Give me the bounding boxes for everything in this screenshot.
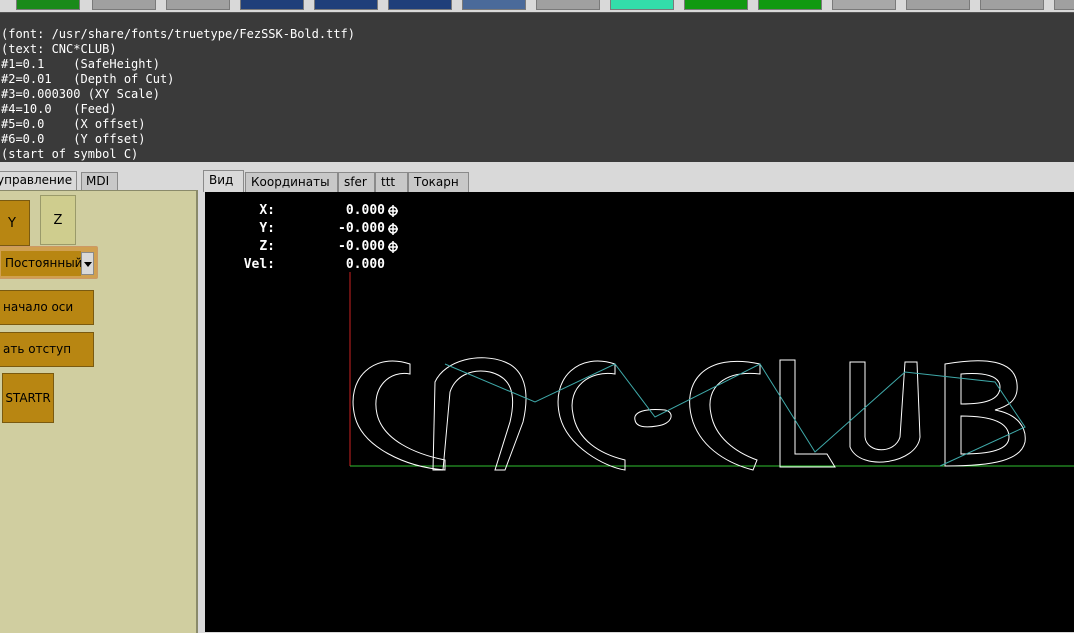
tab-view[interactable]: Вид bbox=[203, 170, 244, 192]
right-tabbar: Вид Координаты sfer ttt Токарн bbox=[202, 170, 1074, 192]
tab-lathe[interactable]: Токарн bbox=[408, 172, 469, 192]
rapid-path bbox=[444, 363, 1026, 467]
toolbar-button[interactable] bbox=[314, 0, 378, 10]
toolbar-button[interactable] bbox=[166, 0, 230, 10]
glyph-c2 bbox=[557, 360, 626, 471]
toolbar-button[interactable] bbox=[1054, 0, 1074, 10]
gcode-line: #6=0.0 (Y offset) bbox=[1, 132, 146, 146]
glyph-c3 bbox=[689, 360, 761, 471]
homed-icon bbox=[388, 223, 398, 235]
dro-value: 0.000 bbox=[345, 257, 385, 272]
left-tabbar: управление MDI bbox=[0, 170, 198, 191]
dro-value: 0.000 bbox=[345, 203, 385, 218]
tab-mdi[interactable]: MDI bbox=[81, 172, 118, 191]
toolbar-button[interactable] bbox=[240, 0, 304, 10]
axis-y-button[interactable]: Y bbox=[0, 200, 30, 246]
dro-label: X: bbox=[259, 203, 275, 218]
gcode-line: (start of symbol C) bbox=[1, 147, 139, 161]
gcode-line: #3=0.000300 (XY Scale) bbox=[1, 87, 160, 101]
jog-mode-select[interactable]: Постоянный bbox=[0, 246, 98, 279]
tab-sfer[interactable]: sfer bbox=[338, 172, 375, 192]
touch-off-button[interactable]: ать отступ bbox=[0, 332, 94, 367]
toolpath-preview[interactable]: X: 0.000 Y: -0.000 Z: -0.000 Vel: 0.000 bbox=[203, 192, 1074, 632]
homed-icon bbox=[388, 205, 398, 217]
dro-value: -0.000 bbox=[338, 239, 385, 254]
toolbar-button[interactable] bbox=[832, 0, 896, 10]
homed-icon bbox=[388, 241, 398, 253]
rapid-moves bbox=[444, 363, 1026, 467]
gcode-text-area[interactable]: (font: /usr/share/fonts/truetype/FezSSK-… bbox=[0, 12, 1074, 163]
tab-coordinates[interactable]: Координаты bbox=[245, 172, 338, 192]
toolbar-button[interactable] bbox=[92, 0, 156, 10]
gcode-line: #5=0.0 (X offset) bbox=[1, 117, 146, 131]
glyph-n bbox=[432, 357, 527, 471]
dro-label: Y: bbox=[259, 221, 275, 236]
gcode-line: (font: /usr/share/fonts/truetype/FezSSK-… bbox=[1, 27, 356, 41]
dro-label: Z: bbox=[259, 239, 275, 254]
tab-ttt[interactable]: ttt bbox=[375, 172, 408, 192]
home-axis-button[interactable]: начало оси bbox=[0, 290, 94, 325]
toolbar bbox=[0, 0, 1074, 12]
tab-manual[interactable]: управление bbox=[0, 171, 77, 191]
toolbar-button[interactable] bbox=[610, 0, 674, 10]
jog-mode-value: Постоянный bbox=[1, 251, 81, 276]
gcode-line: #2=0.01 (Depth of Cut) bbox=[1, 72, 175, 86]
dropdown-arrow-icon[interactable] bbox=[81, 252, 94, 275]
toolbar-button[interactable] bbox=[536, 0, 600, 10]
gcode-line: #1=0.1 (SafeHeight) bbox=[1, 57, 160, 71]
dro-label: Vel: bbox=[243, 257, 275, 272]
manual-control-panel: Y Z Постоянный начало оси ать отступ STA… bbox=[0, 190, 198, 633]
toolbar-button[interactable] bbox=[980, 0, 1044, 10]
toolbar-button[interactable] bbox=[388, 0, 452, 10]
gcode-lines: (font: /usr/share/fonts/truetype/FezSSK-… bbox=[1, 27, 355, 162]
toolbar-button[interactable] bbox=[684, 0, 748, 10]
toolbar-button[interactable] bbox=[906, 0, 970, 10]
startr-button[interactable]: STARTR bbox=[2, 373, 54, 423]
gcode-line: (text: CNC*CLUB) bbox=[1, 42, 117, 56]
glyph-l bbox=[779, 359, 836, 468]
gcode-line: #4=10.0 (Feed) bbox=[1, 102, 117, 116]
dro-value: -0.000 bbox=[338, 221, 385, 236]
pane-splitter[interactable] bbox=[0, 162, 1074, 170]
toolbar-button[interactable] bbox=[462, 0, 526, 10]
glyph-b bbox=[944, 360, 1026, 467]
toolbar-button[interactable] bbox=[758, 0, 822, 10]
toolbar-button[interactable] bbox=[16, 0, 80, 10]
glyph-c1 bbox=[352, 360, 446, 471]
axis-z-button[interactable]: Z bbox=[40, 195, 76, 245]
